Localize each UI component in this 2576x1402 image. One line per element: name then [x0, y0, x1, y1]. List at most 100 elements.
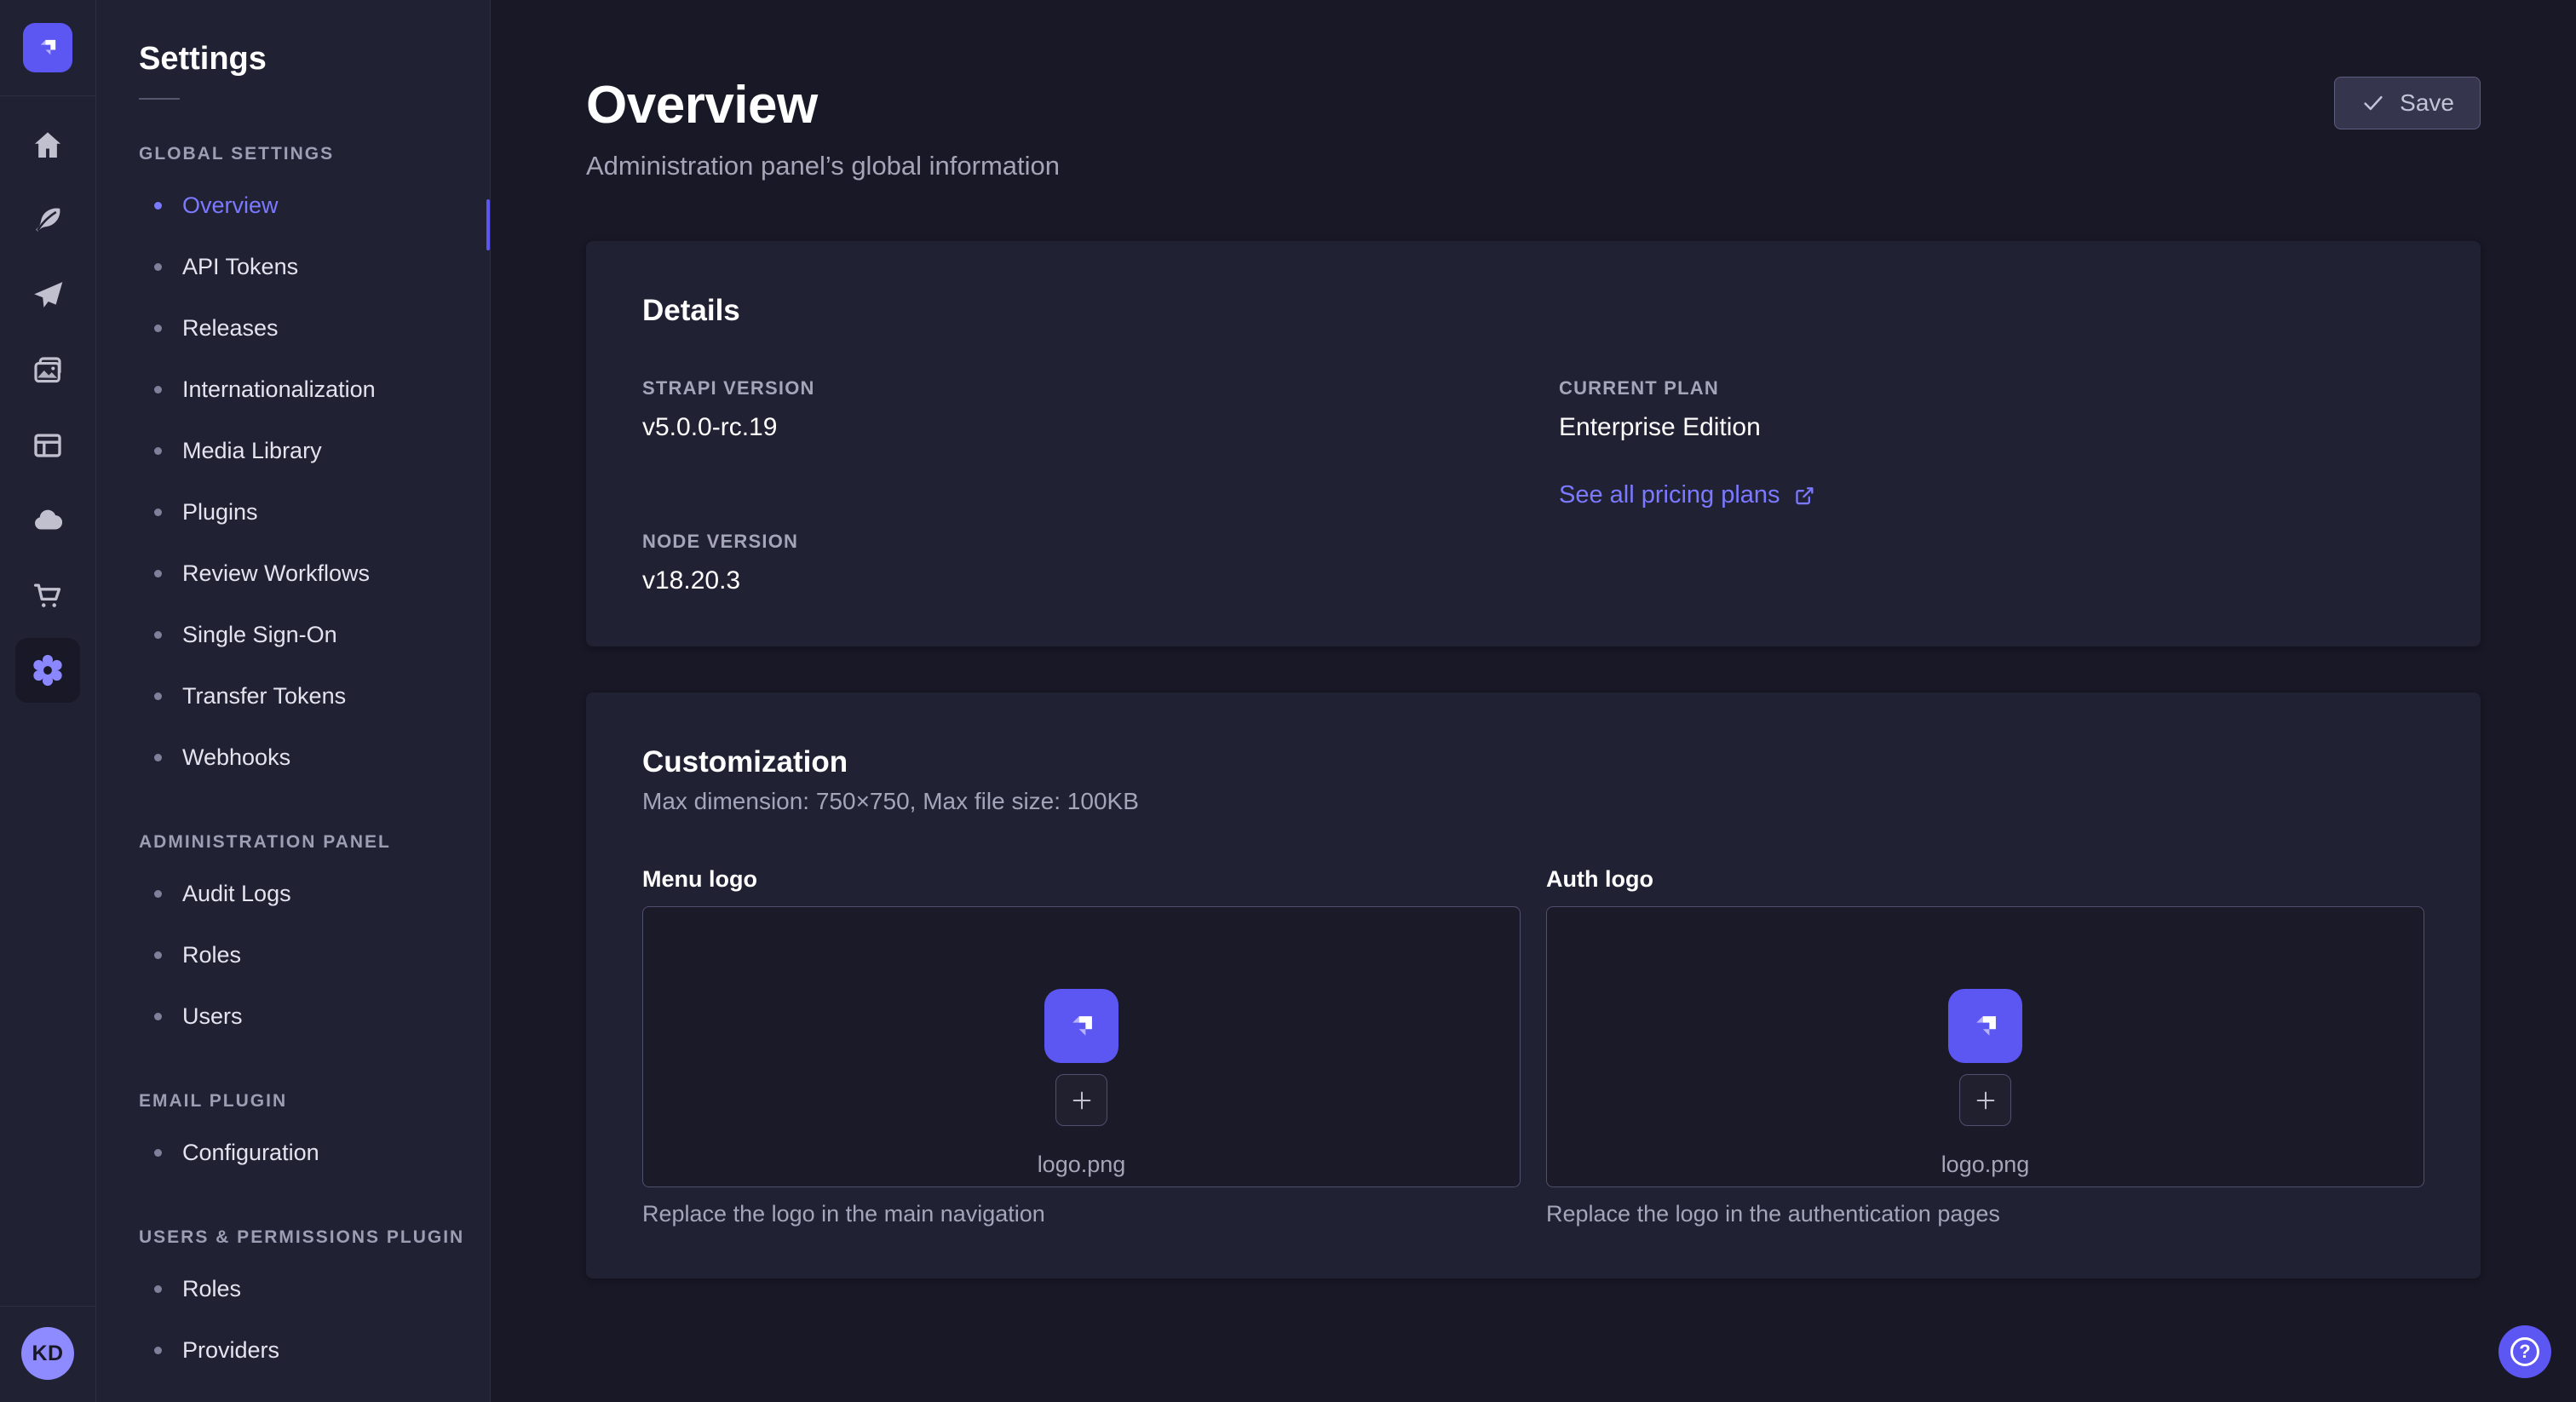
sidebar-item-review-workflows[interactable]: Review Workflows: [139, 543, 490, 604]
layout-icon: [30, 428, 66, 463]
details-card: Details STRAPI VERSION v5.0.0-rc.19 NODE…: [586, 241, 2481, 646]
sidebar-item-api-tokens[interactable]: API Tokens: [139, 236, 490, 297]
bullet-icon: [154, 692, 162, 700]
sidebar-item-label: API Tokens: [182, 254, 298, 280]
sidebar-item-label: Webhooks: [182, 744, 290, 771]
help-button[interactable]: ?: [2498, 1325, 2551, 1378]
menu-logo-add-button[interactable]: [1055, 1074, 1107, 1126]
sidebar-item-audit-logs[interactable]: Audit Logs: [139, 863, 490, 924]
user-avatar[interactable]: KD: [21, 1327, 74, 1380]
bullet-icon: [154, 386, 162, 394]
bullet-icon: [154, 509, 162, 516]
sidebar-item-up-roles[interactable]: Roles: [139, 1258, 490, 1319]
menu-logo-filename: logo.png: [1038, 1152, 1126, 1178]
nav-cloud-button[interactable]: [10, 483, 85, 558]
auth-logo-preview: [1948, 989, 2022, 1063]
bullet-icon: [154, 447, 162, 455]
sidebar-item-label: Review Workflows: [182, 560, 370, 587]
nav-content-manager-button[interactable]: [10, 408, 85, 483]
nav-marketplace-button[interactable]: [10, 558, 85, 633]
auth-logo-filename: logo.png: [1941, 1152, 2030, 1178]
cloud-icon: [30, 503, 66, 538]
nav-content-button[interactable]: [10, 183, 85, 258]
strapi-version-value: v5.0.0-rc.19: [642, 413, 1508, 442]
bullet-icon: [154, 631, 162, 639]
sidebar-item-email-configuration[interactable]: Configuration: [139, 1122, 490, 1183]
node-version-label: NODE VERSION: [642, 531, 1508, 553]
subnav-title: Settings: [139, 41, 490, 78]
nav-deploy-button[interactable]: [10, 258, 85, 333]
menu-logo-label: Menu logo: [642, 866, 1521, 893]
nav-settings-button[interactable]: [10, 633, 85, 708]
settings-subnav: Settings GLOBAL SETTINGS Overview API To…: [96, 0, 491, 1402]
bullet-icon: [154, 1013, 162, 1020]
pricing-plans-link-label: See all pricing plans: [1559, 481, 1780, 509]
sidebar-item-label: Providers: [182, 1337, 279, 1364]
node-version-value: v18.20.3: [642, 566, 1508, 595]
sidebar-item-internationalization[interactable]: Internationalization: [139, 359, 490, 420]
active-item-indicator: [486, 199, 490, 250]
sidebar-item-label: Overview: [182, 192, 279, 219]
sidebar-item-admin-users[interactable]: Users: [139, 985, 490, 1047]
section-list-email-plugin: Configuration: [139, 1122, 490, 1183]
sidebar-item-label: Plugins: [182, 499, 258, 526]
menu-logo-upload-box[interactable]: logo.png: [642, 906, 1521, 1187]
sidebar-item-label: Media Library: [182, 438, 322, 464]
menu-logo-field: Menu logo logo.png Replace the logo in t…: [642, 866, 1521, 1227]
sidebar-item-overview[interactable]: Overview: [139, 175, 490, 236]
sidebar-item-up-providers[interactable]: Providers: [139, 1319, 490, 1381]
nav-rail-items: [10, 108, 85, 708]
sidebar-item-label: Configuration: [182, 1140, 319, 1166]
main-nav-rail: KD: [0, 0, 96, 1402]
customization-card: Customization Max dimension: 750×750, Ma…: [586, 692, 2481, 1278]
save-button-label: Save: [2400, 89, 2454, 117]
auth-logo-label: Auth logo: [1546, 866, 2424, 893]
sidebar-item-admin-roles[interactable]: Roles: [139, 924, 490, 985]
auth-logo-field: Auth logo logo.png Replace the logo in t…: [1546, 866, 2424, 1227]
strapi-logo-icon[interactable]: [23, 23, 72, 72]
nav-home-button[interactable]: [10, 108, 85, 183]
home-icon: [30, 128, 66, 164]
feather-icon: [30, 203, 66, 238]
logo-grid: Menu logo logo.png Replace the logo in t…: [642, 866, 2424, 1227]
paper-plane-icon: [30, 278, 66, 313]
sidebar-item-label: Roles: [182, 1276, 241, 1302]
bullet-icon: [154, 1285, 162, 1293]
sidebar-item-label: Roles: [182, 942, 241, 968]
sidebar-item-transfer-tokens[interactable]: Transfer Tokens: [139, 665, 490, 727]
nav-settings-active-bg: [15, 638, 80, 703]
sidebar-item-label: Transfer Tokens: [182, 683, 346, 710]
details-right-column: CURRENT PLAN Enterprise Edition See all …: [1559, 377, 2424, 595]
bullet-icon: [154, 754, 162, 761]
nav-media-button[interactable]: [10, 333, 85, 408]
details-left-column: STRAPI VERSION v5.0.0-rc.19 NODE VERSION…: [642, 377, 1508, 595]
sidebar-item-plugins[interactable]: Plugins: [139, 481, 490, 543]
sidebar-item-releases[interactable]: Releases: [139, 297, 490, 359]
external-link-icon: [1792, 484, 1816, 508]
images-icon: [30, 353, 66, 388]
check-icon: [2360, 90, 2386, 116]
sidebar-item-media-library[interactable]: Media Library: [139, 420, 490, 481]
bullet-icon: [154, 570, 162, 577]
details-card-title: Details: [642, 294, 2424, 328]
sidebar-item-label: Releases: [182, 315, 279, 342]
auth-logo-upload-box[interactable]: logo.png: [1546, 906, 2424, 1187]
bullet-icon: [154, 263, 162, 271]
sidebar-item-label: Internationalization: [182, 376, 376, 403]
save-button[interactable]: Save: [2334, 77, 2481, 129]
sidebar-item-webhooks[interactable]: Webhooks: [139, 727, 490, 788]
sidebar-item-label: Users: [182, 1003, 243, 1030]
plus-icon: [1069, 1088, 1095, 1113]
nav-rail-footer: KD: [0, 1306, 95, 1402]
sidebar-item-single-sign-on[interactable]: Single Sign-On: [139, 604, 490, 665]
auth-logo-add-button[interactable]: [1959, 1074, 2011, 1126]
gear-icon: [29, 652, 66, 689]
plus-icon: [1973, 1088, 1998, 1113]
auth-logo-hint: Replace the logo in the authentication p…: [1546, 1201, 2424, 1227]
pricing-plans-link[interactable]: See all pricing plans: [1559, 481, 1816, 509]
bullet-icon: [154, 890, 162, 898]
page-subtitle: Administration panel’s global informatio…: [586, 151, 2481, 181]
bullet-icon: [154, 325, 162, 332]
page-title: Overview: [586, 75, 2481, 135]
customization-card-title: Customization: [642, 745, 2424, 779]
